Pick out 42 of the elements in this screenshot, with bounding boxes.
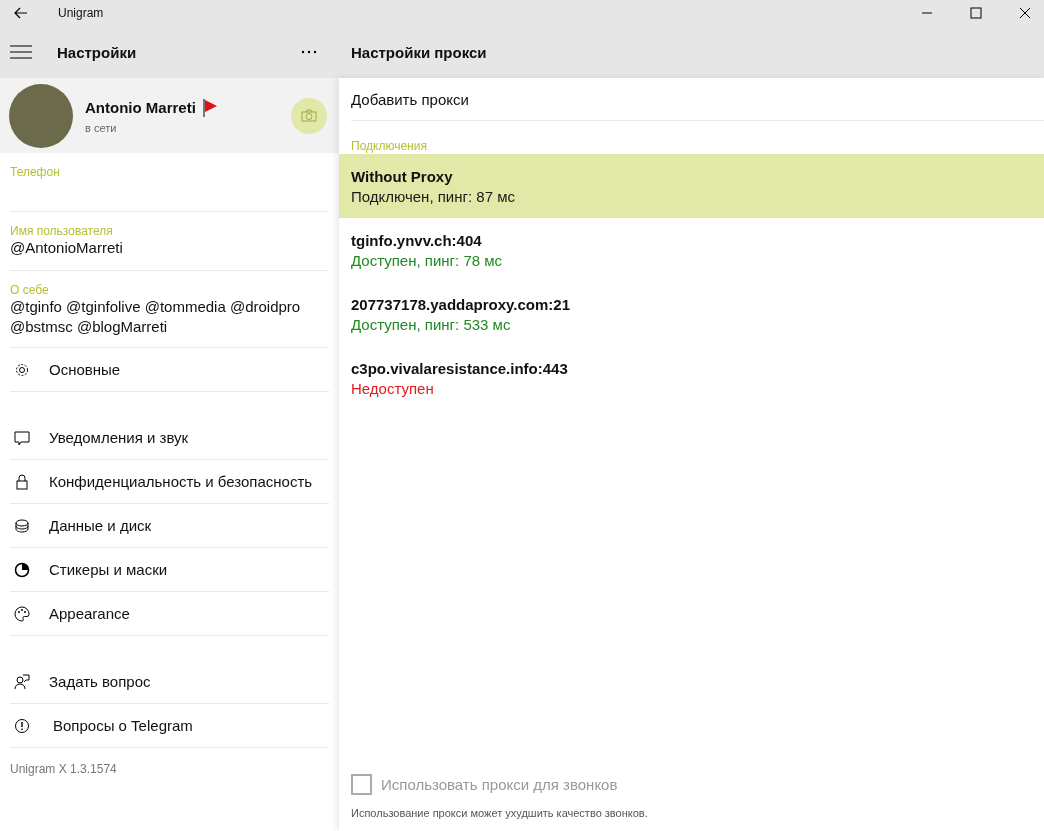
settings-menu-item[interactable]: Уведомления и звук: [10, 416, 329, 460]
proxy-item[interactable]: c3po.vivalaresistance.info:443 Недоступен: [339, 346, 1044, 410]
settings-menu-item[interactable]: Данные и диск: [10, 504, 329, 548]
profile-name: Antonio Marreti: [85, 99, 196, 116]
person-question-icon: [14, 673, 30, 690]
settings-menu-item[interactable]: Стикеры и маски: [10, 548, 329, 592]
add-proxy-button[interactable]: Добавить прокси: [351, 90, 469, 108]
settings-menu-item[interactable]: Конфиденциальность и безопасность: [10, 460, 329, 504]
profile-status: в сети: [85, 121, 118, 134]
more-icon[interactable]: [301, 50, 317, 54]
chat-bubble-icon: [14, 429, 30, 446]
gear-icon: [14, 361, 30, 378]
version-text: Unigram X 1.3.1574: [10, 762, 118, 776]
settings-menu-item[interactable]: Задать вопрос: [10, 660, 329, 704]
close-icon[interactable]: [1019, 7, 1031, 19]
lock-icon: [14, 473, 30, 490]
info-icon: [14, 717, 30, 734]
menu-icon[interactable]: [10, 45, 32, 59]
window-title: Unigram: [58, 6, 104, 20]
settings-menu-item[interactable]: Вопросы о Telegram: [10, 704, 329, 748]
settings-menu-item[interactable]: Основные: [10, 348, 329, 392]
field-label: Телефон: [10, 165, 61, 179]
back-arrow-icon[interactable]: [14, 7, 28, 19]
pane-title: Настройки прокси: [351, 43, 487, 61]
proxy-item[interactable]: tginfo.ynvv.ch:404 Доступен, пинг: 78 мс: [339, 218, 1044, 282]
sticker-icon: [14, 561, 30, 578]
field-value: @AntonioMarreti: [10, 238, 124, 258]
palette-icon: [14, 605, 30, 622]
camera-icon: [301, 109, 317, 122]
field-value: @tginfo @tginfolive @tommedia @droidpro: [10, 297, 302, 317]
database-icon: [14, 517, 30, 534]
section-header: Подключения: [351, 139, 428, 153]
settings-menu-item[interactable]: Appearance: [10, 592, 329, 636]
hint-text: Использование прокси может ухудшить качество звонков.: [351, 807, 649, 819]
field-value: @bstmsc @blogMarreti: [10, 317, 169, 337]
flag-icon: [201, 97, 218, 118]
proxy-item[interactable]: 207737178.yaddaproxy.com:21 Доступен, пинг: 533 мс: [339, 282, 1044, 346]
proxy-item[interactable]: Without Proxy Подключен, пинг: 87 мс: [339, 154, 1044, 218]
pane-title: Настройки: [57, 43, 137, 61]
field-label: Имя пользователя: [10, 224, 114, 238]
maximize-icon[interactable]: [970, 7, 982, 19]
field-label: О себе: [10, 283, 50, 297]
